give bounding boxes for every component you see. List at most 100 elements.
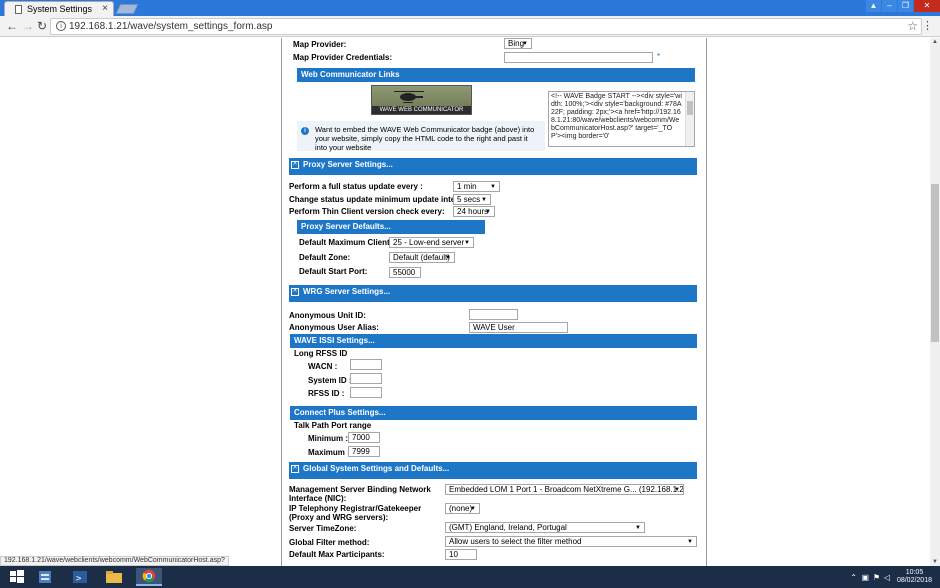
default-zone-label: Default Zone: <box>299 253 351 262</box>
global-section-title: Global System Settings and Defaults... <box>303 464 450 473</box>
scroll-down-icon[interactable]: ▼ <box>932 559 938 565</box>
page-viewport: Map Provider: Bing Map Provider Credenti… <box>0 38 930 566</box>
browser-menu-icon[interactable]: ⋮ <box>922 19 933 32</box>
reload-icon[interactable]: ↻ <box>37 19 47 33</box>
tray-up-icon[interactable]: ⌃ <box>850 573 857 582</box>
long-rfss-label: Long RFSS ID <box>294 349 348 358</box>
minimum-label: Minimum : <box>308 434 348 443</box>
tab-close-icon[interactable]: × <box>102 3 108 14</box>
max-clients-label: Default Maximum Clients: <box>299 238 397 247</box>
web-communicator-header: Web Communicator Links <box>297 68 695 82</box>
content-left-border <box>281 38 282 566</box>
timezone-select[interactable]: (GMT) England, Ireland, Portugal <box>445 522 645 533</box>
connect-plus-header: Connect Plus Settings... <box>290 406 697 420</box>
collapse-icon[interactable]: ^ <box>291 161 299 169</box>
system-id-input[interactable] <box>350 373 382 384</box>
gatekeeper-label: IP Telephony Registrar/Gatekeeper (Proxy… <box>289 504 422 522</box>
badge-code: <!-- WAVE Badge START --><div style='wid… <box>551 93 682 140</box>
helicopter-icon <box>394 91 424 103</box>
forward-icon[interactable]: → <box>22 19 34 33</box>
filter-method-select[interactable]: Allow users to select the filter method <box>445 536 697 547</box>
max-participants-label: Default Max Participants: <box>289 550 385 559</box>
server-manager-icon[interactable] <box>32 568 58 586</box>
start-windows-icon[interactable] <box>4 568 30 586</box>
new-tab-button[interactable] <box>115 4 139 14</box>
collapse-icon[interactable]: ^ <box>291 288 299 296</box>
back-icon[interactable]: ← <box>6 19 18 33</box>
rfss-id-input[interactable] <box>350 387 382 398</box>
full-update-select[interactable]: 1 min <box>453 181 500 192</box>
restore-icon[interactable]: ❐ <box>898 0 913 12</box>
start-port-label: Default Start Port: <box>299 267 368 276</box>
file-explorer-icon[interactable] <box>101 568 127 586</box>
scroll-thumb[interactable] <box>931 184 939 342</box>
global-section-header[interactable]: ^ Global System Settings and Defaults... <box>289 462 697 479</box>
min-interval-select[interactable]: 5 secs <box>453 194 491 205</box>
address-bar[interactable]: i 192.168.1.21/wave/system_settings_form… <box>50 18 922 35</box>
network-icon[interactable]: ▣ <box>861 573 869 582</box>
max-clients-select[interactable]: 25 - Low-end server <box>389 237 474 248</box>
anon-unit-id-input[interactable] <box>469 309 518 320</box>
proxy-section-title: Proxy Server Settings... <box>303 160 393 169</box>
max-participants-input[interactable]: 10 <box>445 549 477 560</box>
timezone-label: Server TimeZone: <box>289 524 357 533</box>
site-info-icon[interactable]: i <box>56 21 66 31</box>
wrg-section-title: WRG Server Settings... <box>303 287 391 296</box>
user-icon[interactable]: ▲ <box>866 0 881 12</box>
volume-icon[interactable]: ◁ <box>884 573 890 582</box>
system-id-label: System ID : <box>308 376 352 385</box>
wrg-section-header[interactable]: ^ WRG Server Settings... <box>289 285 697 302</box>
filter-method-label: Global Filter method: <box>289 538 370 547</box>
anon-alias-input[interactable]: WAVE User <box>469 322 568 333</box>
badge-text: WAVE WEB COMMUNICATOR <box>372 106 471 114</box>
required-mark: * <box>657 52 661 61</box>
powershell-icon[interactable]: > <box>67 568 93 586</box>
minimum-input[interactable]: 7000 <box>348 432 380 443</box>
status-url-bubble: 192.168.1.21/wave/webclients/webcomm/Web… <box>0 556 229 566</box>
default-zone-select[interactable]: Default (default) <box>389 252 455 263</box>
chrome-icon[interactable] <box>136 568 162 586</box>
proxy-defaults-header: Proxy Server Defaults... <box>297 220 485 234</box>
window-titlebar: System Settings × ▲ – ❐ ✕ <box>0 0 940 16</box>
wacn-label: WACN : <box>308 362 338 371</box>
map-provider-label: Map Provider: <box>293 40 347 49</box>
tab-title: System Settings <box>27 4 93 14</box>
anon-unit-id-label: Anonymous Unit ID: <box>289 311 366 320</box>
tray-flag-icon[interactable]: ⚑ <box>873 573 880 582</box>
map-credentials-label: Map Provider Credentials: <box>293 53 393 62</box>
thin-client-label: Perform Thin Client version check every: <box>289 207 445 216</box>
minimize-icon[interactable]: – <box>882 0 897 12</box>
tab-system-settings[interactable]: System Settings × <box>4 1 114 16</box>
wacn-input[interactable] <box>350 359 382 370</box>
clock-date: 08/02/2018 <box>896 577 932 584</box>
clock-time: 10:05 <box>905 569 924 576</box>
full-update-label: Perform a full status update every : <box>289 182 423 191</box>
collapse-icon[interactable]: ^ <box>291 465 299 473</box>
badge-code-textarea[interactable]: <!-- WAVE Badge START --><div style='wid… <box>548 91 695 147</box>
window-controls: ▲ – ❐ ✕ <box>865 0 940 12</box>
code-scrollbar[interactable] <box>685 92 694 146</box>
gatekeeper-select[interactable]: (none) <box>445 503 480 514</box>
svg-text:>: > <box>76 574 82 584</box>
map-provider-select[interactable]: Bing <box>504 38 532 49</box>
proxy-section-header[interactable]: ^ Proxy Server Settings... <box>289 158 697 175</box>
page-icon <box>15 5 22 14</box>
min-interval-label: Change status update minimum update inte… <box>289 195 473 204</box>
nic-label: Management Server Binding Network Interf… <box>289 485 431 503</box>
thin-client-select[interactable]: 24 hours <box>453 206 495 217</box>
talk-path-range-label: Talk Path Port range <box>294 421 372 430</box>
nic-select[interactable]: Embedded LOM 1 Port 1 - Broadcom NetXtre… <box>445 484 684 495</box>
system-clock[interactable]: 10:05 08/02/2018 <box>897 569 932 585</box>
content-right-border <box>706 38 707 566</box>
maximum-input[interactable]: 7999 <box>348 446 380 457</box>
wave-web-communicator-badge[interactable]: WAVE WEB COMMUNICATOR <box>371 85 472 115</box>
issi-header: WAVE ISSI Settings... <box>290 334 697 348</box>
page-scrollbar[interactable]: ▲ ▼ <box>930 38 940 566</box>
map-credentials-input[interactable] <box>504 52 653 63</box>
anon-alias-label: Anonymous User Alias: <box>289 323 379 332</box>
close-icon[interactable]: ✕ <box>914 0 940 12</box>
start-port-input[interactable]: 55000 <box>389 267 421 278</box>
scroll-up-icon[interactable]: ▲ <box>932 39 938 45</box>
bookmark-star-icon[interactable]: ☆ <box>907 19 918 33</box>
maximum-label: Maximum : <box>308 448 350 457</box>
